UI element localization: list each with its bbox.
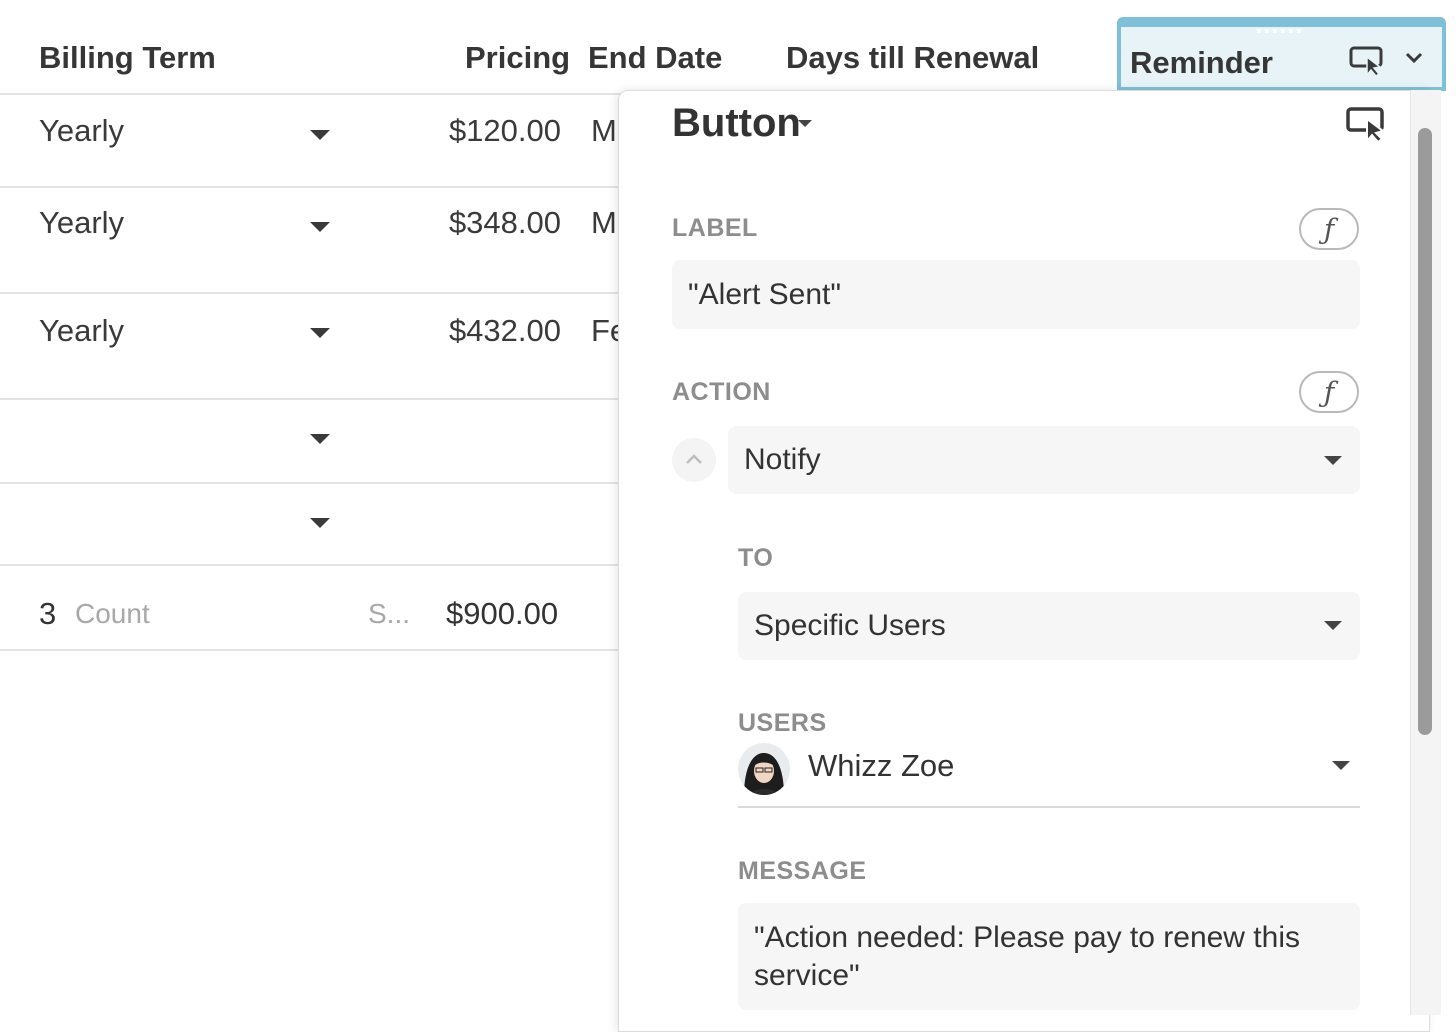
drag-handle[interactable] [1257, 29, 1301, 33]
avatar [738, 743, 790, 795]
chevron-down-icon[interactable] [1405, 51, 1423, 65]
label-formula-button[interactable]: ƒ [1299, 208, 1359, 250]
pricing-cell[interactable]: $120.00 [449, 113, 561, 149]
caret-down-icon[interactable] [310, 130, 330, 140]
user-name: Whizz Zoe [808, 748, 955, 783]
scrollbar-thumb[interactable] [1418, 128, 1432, 735]
divider [0, 398, 620, 400]
label-input[interactable]: "Alert Sent" [672, 260, 1360, 329]
divider [0, 564, 620, 566]
pricing-cell[interactable]: $348.00 [449, 205, 561, 241]
chevron-up-icon [686, 454, 702, 464]
caret-down-icon [1324, 456, 1342, 465]
users-heading: USERS [738, 709, 827, 737]
column-header-reminder[interactable]: Reminder [1117, 17, 1446, 91]
caret-down-icon [1332, 761, 1350, 770]
caret-down-icon[interactable] [798, 120, 812, 127]
reminder-header-label: Reminder [1130, 45, 1273, 80]
to-select[interactable]: Specific Users [738, 592, 1360, 660]
action-select[interactable]: Notify [728, 426, 1360, 494]
end-date-cell[interactable]: M [591, 113, 617, 149]
column-header-pricing[interactable]: Pricing [465, 40, 570, 76]
divider [0, 482, 620, 484]
column-header-end-date[interactable]: End Date [588, 40, 722, 76]
billing-term-cell[interactable]: Yearly [39, 205, 124, 241]
action-select-value: Notify [744, 443, 821, 476]
button-cursor-icon [1346, 107, 1386, 144]
count-label[interactable]: Count [75, 598, 150, 630]
sum-value: $900.00 [446, 596, 559, 631]
billing-term-cell[interactable]: Yearly [39, 113, 124, 149]
message-input[interactable]: "Action needed: Please pay to renew this… [738, 903, 1360, 1010]
column-header-billing-term[interactable]: Billing Term [39, 40, 216, 76]
caret-down-icon[interactable] [310, 328, 330, 338]
divider [0, 649, 620, 651]
label-heading: LABEL [672, 214, 758, 242]
panel-title[interactable]: Button [672, 101, 801, 146]
count-value: 3 [39, 596, 57, 631]
caret-down-icon [1324, 621, 1342, 630]
caret-down-icon[interactable] [310, 434, 330, 444]
billing-term-cell[interactable]: Yearly [39, 313, 124, 349]
pricing-cell[interactable]: $432.00 [449, 313, 561, 349]
action-formula-button[interactable]: ƒ [1299, 371, 1359, 413]
button-cursor-icon [1349, 46, 1383, 77]
divider [0, 186, 620, 188]
column-header-days-till-renewal[interactable]: Days till Renewal [786, 40, 1039, 76]
to-heading: TO [738, 544, 774, 572]
to-select-value: Specific Users [754, 609, 946, 642]
sum-label[interactable]: S... [368, 598, 410, 630]
caret-down-icon[interactable] [310, 222, 330, 232]
divider [0, 292, 620, 294]
collapse-button[interactable] [672, 438, 716, 482]
end-date-cell[interactable]: M [591, 205, 617, 241]
action-heading: ACTION [672, 378, 771, 406]
message-heading: MESSAGE [738, 857, 867, 885]
users-select[interactable]: Whizz Zoe [738, 740, 1360, 808]
caret-down-icon[interactable] [310, 518, 330, 528]
